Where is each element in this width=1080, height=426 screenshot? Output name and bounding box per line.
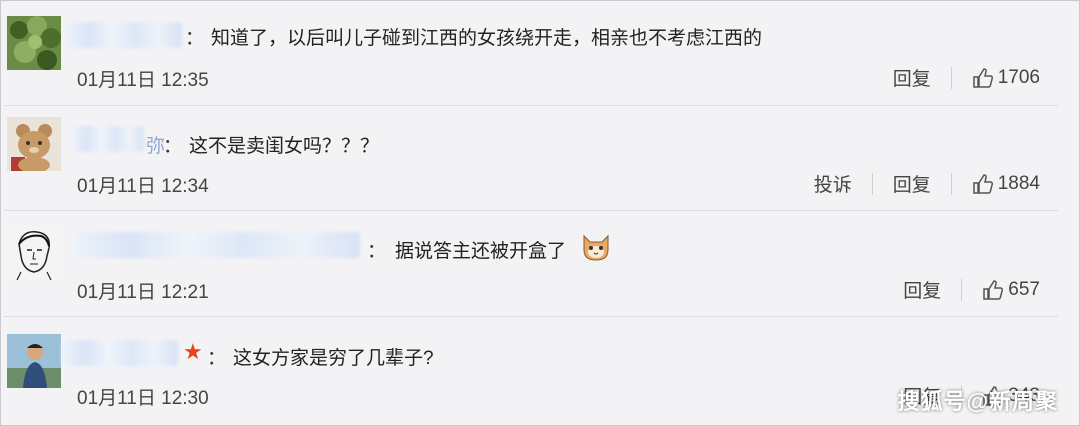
divider bbox=[950, 172, 952, 195]
divider bbox=[871, 172, 873, 195]
comment-date: 01月11日 12:35 bbox=[77, 70, 209, 91]
comment-date: 01月11日 12:30 bbox=[77, 388, 209, 409]
comment-text: 据说答主还被开盒了 bbox=[395, 241, 567, 262]
cat-emoji-icon bbox=[583, 234, 609, 261]
avatar[interactable] bbox=[7, 334, 61, 388]
avatar[interactable] bbox=[7, 117, 61, 171]
comment-item: 弥 ： 这不是卖闺女吗？？？ 01月11日 12:34 投诉 回复 1884 bbox=[0, 113, 1080, 213]
reply-button[interactable]: 回复 bbox=[893, 170, 931, 197]
comment-actions: 投诉 回复 1884 bbox=[814, 170, 1040, 197]
colon: ： bbox=[207, 348, 227, 369]
thumbs-up-icon bbox=[983, 279, 1004, 300]
like-count: 1884 bbox=[997, 172, 1040, 194]
username-blurred[interactable] bbox=[72, 126, 144, 152]
divider bbox=[4, 316, 1058, 317]
divider bbox=[4, 105, 1058, 106]
comment-actions: 回复 1706 bbox=[893, 64, 1040, 91]
comment-date: 01月11日 12:21 bbox=[77, 282, 209, 303]
reply-button[interactable]: 回复 bbox=[903, 276, 941, 303]
star-icon: ★ bbox=[183, 339, 203, 364]
avatar[interactable] bbox=[7, 16, 61, 70]
divider bbox=[4, 210, 1058, 211]
like-count: 1706 bbox=[997, 66, 1040, 88]
colon: ： bbox=[367, 241, 387, 262]
username-blurred[interactable] bbox=[62, 340, 178, 366]
reply-button[interactable]: 回复 bbox=[893, 64, 931, 91]
comment-text: 知道了，以后叫儿子碰到江西的女孩绕开走，相亲也不考虑江西的 bbox=[211, 28, 763, 49]
like-button[interactable]: 657 bbox=[982, 279, 1040, 301]
like-count: 657 bbox=[1008, 278, 1040, 300]
comment-actions: 回复 657 bbox=[903, 276, 1040, 303]
report-button[interactable]: 投诉 bbox=[814, 170, 852, 197]
thumbs-up-icon bbox=[972, 67, 993, 88]
divider bbox=[961, 278, 963, 301]
watermark: 搜狐号@新周聚 bbox=[897, 389, 1058, 414]
like-button[interactable]: 1884 bbox=[972, 173, 1040, 195]
username-blurred[interactable] bbox=[72, 232, 360, 258]
avatar[interactable] bbox=[7, 226, 61, 280]
comment-text: 这不是卖闺女吗？？？ bbox=[189, 136, 380, 157]
comment-item: ： 知道了，以后叫儿子碰到江西的女孩绕开走，相亲也不考虑江西的 01月11日 1… bbox=[0, 8, 1080, 108]
comment-date: 01月11日 12:34 bbox=[77, 176, 209, 197]
colon: ： bbox=[185, 28, 205, 49]
colon: ： bbox=[163, 136, 183, 157]
like-button[interactable]: 1706 bbox=[972, 67, 1040, 89]
divider bbox=[950, 66, 952, 89]
username-blurred[interactable] bbox=[66, 22, 182, 48]
thumbs-up-icon bbox=[972, 173, 993, 194]
comment-item: ： 据说答主还被开盒了 01月11日 12:21 回复 657 bbox=[0, 218, 1080, 318]
comment-text: 这女方家是穷了几辈子? bbox=[233, 348, 434, 369]
